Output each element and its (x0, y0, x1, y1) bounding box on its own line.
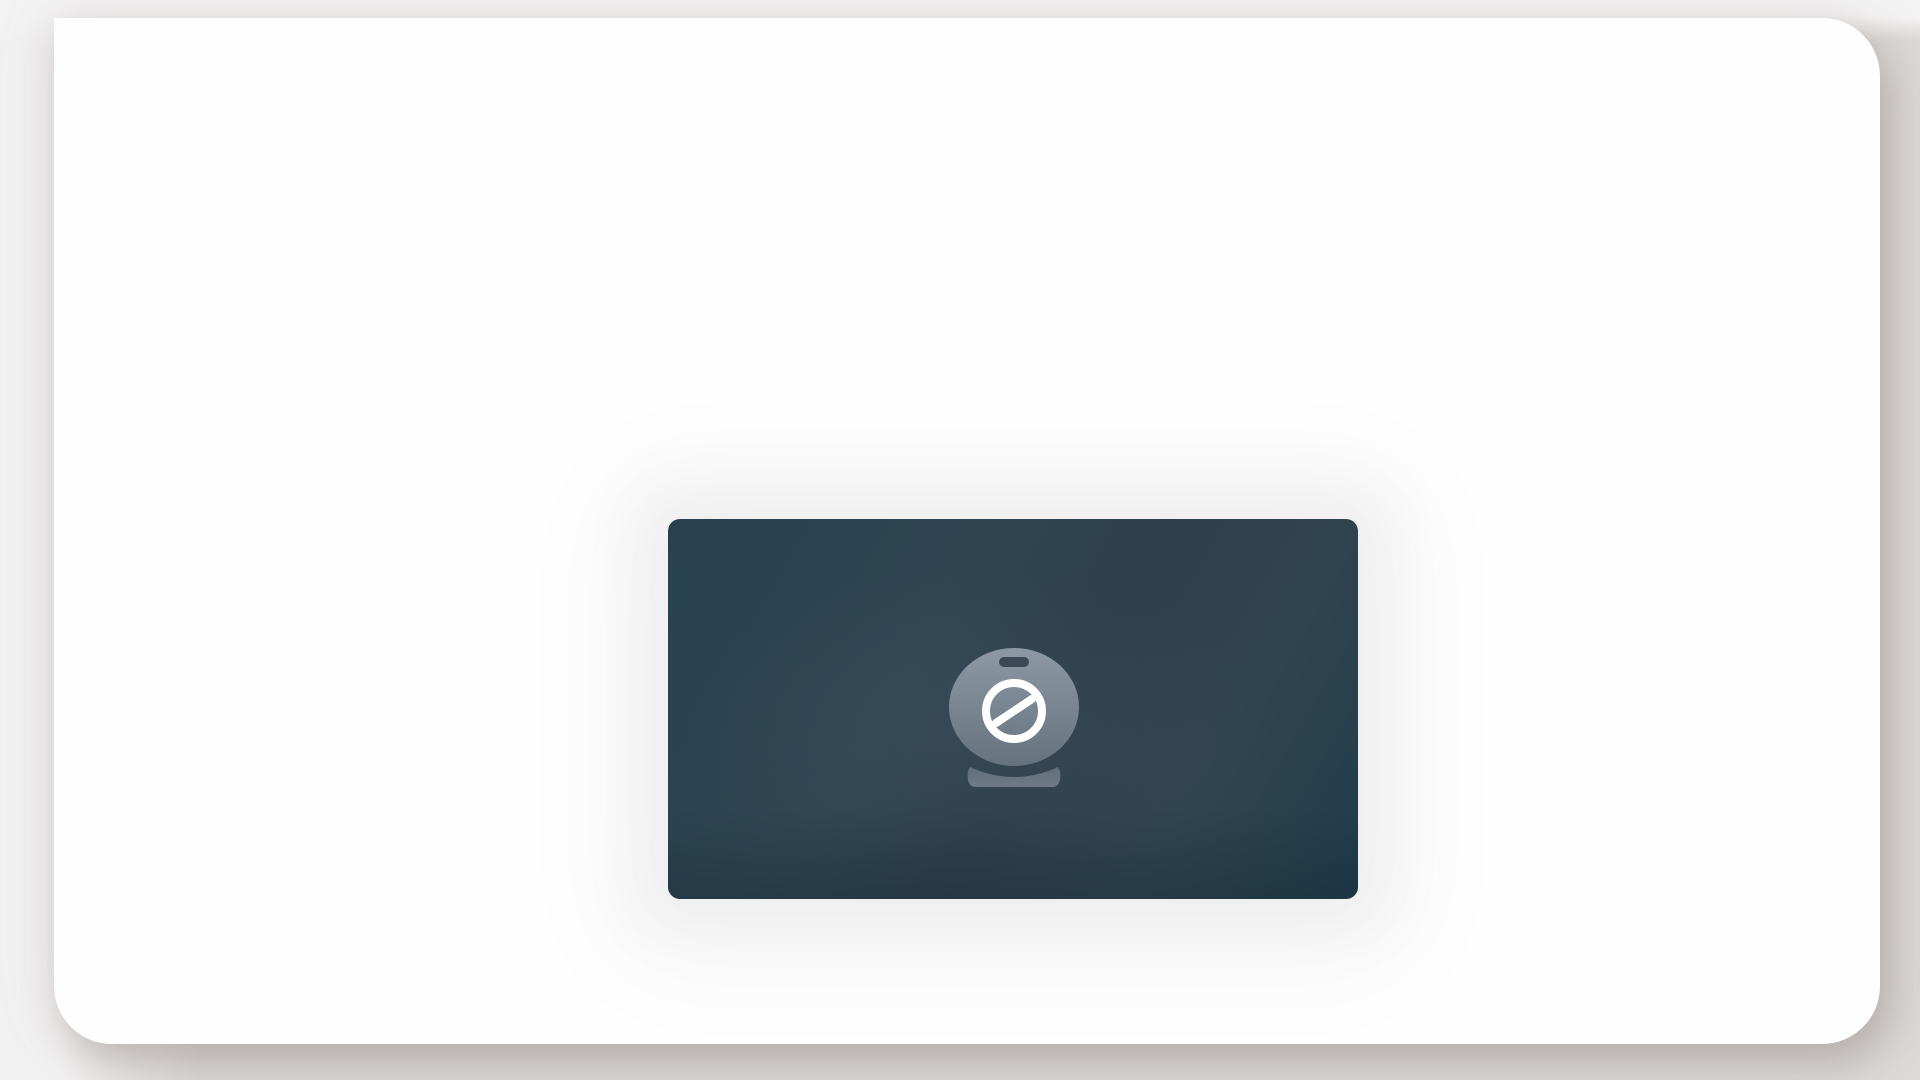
camera-off-icon (948, 645, 1080, 791)
video-window (54, 18, 1880, 1044)
video-preview (668, 519, 1358, 899)
